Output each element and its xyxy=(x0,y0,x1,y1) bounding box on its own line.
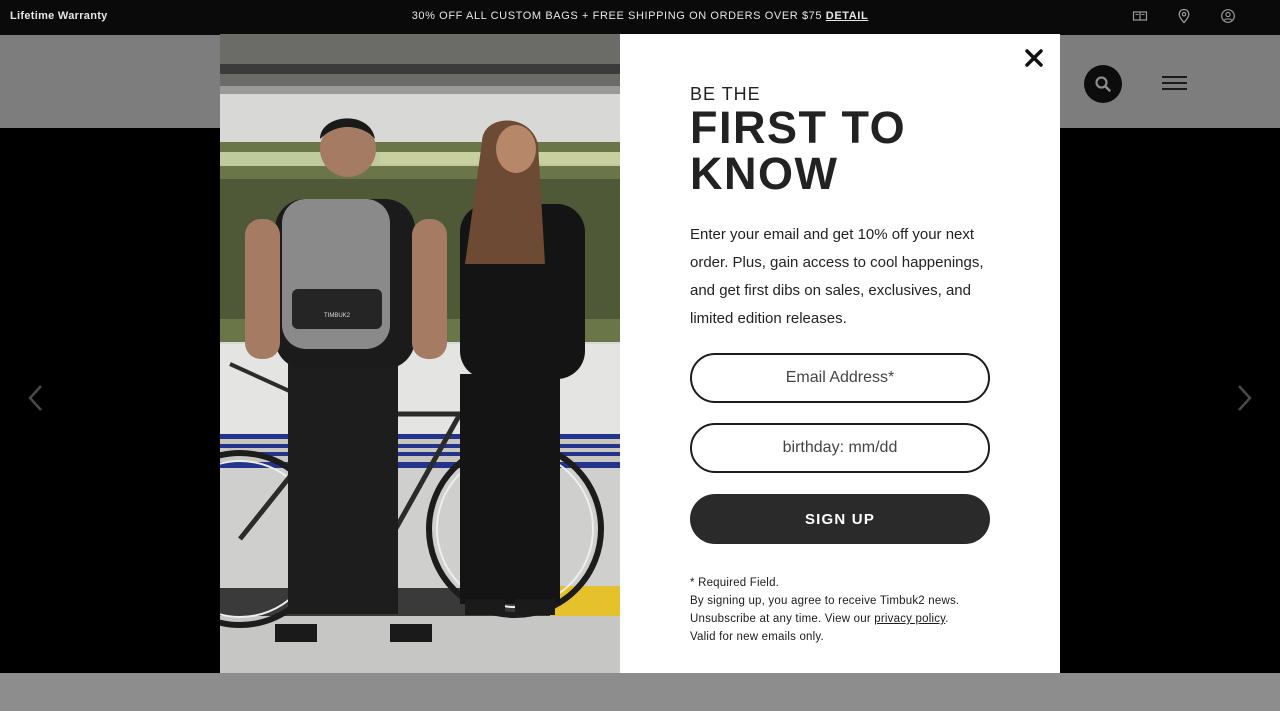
signup-button[interactable]: SIGN UP xyxy=(690,494,990,544)
newsletter-modal: TIMBUK2 BE THE FIRST TO KNOW Enter your … xyxy=(220,34,1060,673)
promo-banner: 30% OFF ALL CUSTOM BAGS + FREE SHIPPING … xyxy=(0,10,1280,22)
fine-print: * Required Field. By signing up, you agr… xyxy=(690,574,1020,646)
book-icon[interactable] xyxy=(1132,8,1148,24)
promo-detail-link[interactable]: DETAIL xyxy=(826,10,869,22)
email-input[interactable] xyxy=(692,369,988,387)
search-icon xyxy=(1095,76,1111,92)
unsubscribe-suffix: . xyxy=(945,613,949,625)
modal-description: Enter your email and get 10% off your ne… xyxy=(690,226,984,327)
location-pin-icon[interactable] xyxy=(1176,8,1192,24)
modal-headline: FIRST TO KNOW xyxy=(690,105,1060,197)
announcement-bar: Lifetime Warranty 30% OFF ALL CUSTOM BAG… xyxy=(0,0,1280,35)
privacy-policy-link[interactable]: privacy policy xyxy=(874,613,945,625)
agree-note: By signing up, you agree to receive Timb… xyxy=(690,595,960,607)
birthday-input[interactable] xyxy=(692,439,988,457)
birthday-field[interactable] xyxy=(690,423,990,473)
headline-line-1: FIRST TO xyxy=(690,102,907,153)
required-note: * Required Field. xyxy=(690,577,780,589)
modal-hero-image: TIMBUK2 xyxy=(220,34,620,673)
utility-icons xyxy=(1132,8,1236,24)
page-footer-strip xyxy=(0,673,1280,711)
search-button[interactable] xyxy=(1084,65,1122,103)
chevron-left-icon[interactable] xyxy=(26,383,46,413)
modal-content: BE THE FIRST TO KNOW Enter your email an… xyxy=(620,34,1060,673)
promo-text: 30% OFF ALL CUSTOM BAGS + FREE SHIPPING … xyxy=(411,10,823,22)
chevron-right-icon[interactable] xyxy=(1234,383,1254,413)
valid-note: Valid for new emails only. xyxy=(690,631,824,643)
headline-line-2: KNOW xyxy=(690,148,839,199)
unsubscribe-prefix: Unsubscribe at any time. View our xyxy=(690,613,875,625)
email-field[interactable] xyxy=(690,353,990,403)
close-icon[interactable] xyxy=(1022,46,1046,70)
account-icon[interactable] xyxy=(1220,8,1236,24)
backpack-brand-label: TIMBUK2 xyxy=(324,313,351,319)
unsubscribe-note: Unsubscribe at any time. View our privac… xyxy=(690,610,1020,628)
hamburger-menu-icon[interactable] xyxy=(1162,73,1187,93)
